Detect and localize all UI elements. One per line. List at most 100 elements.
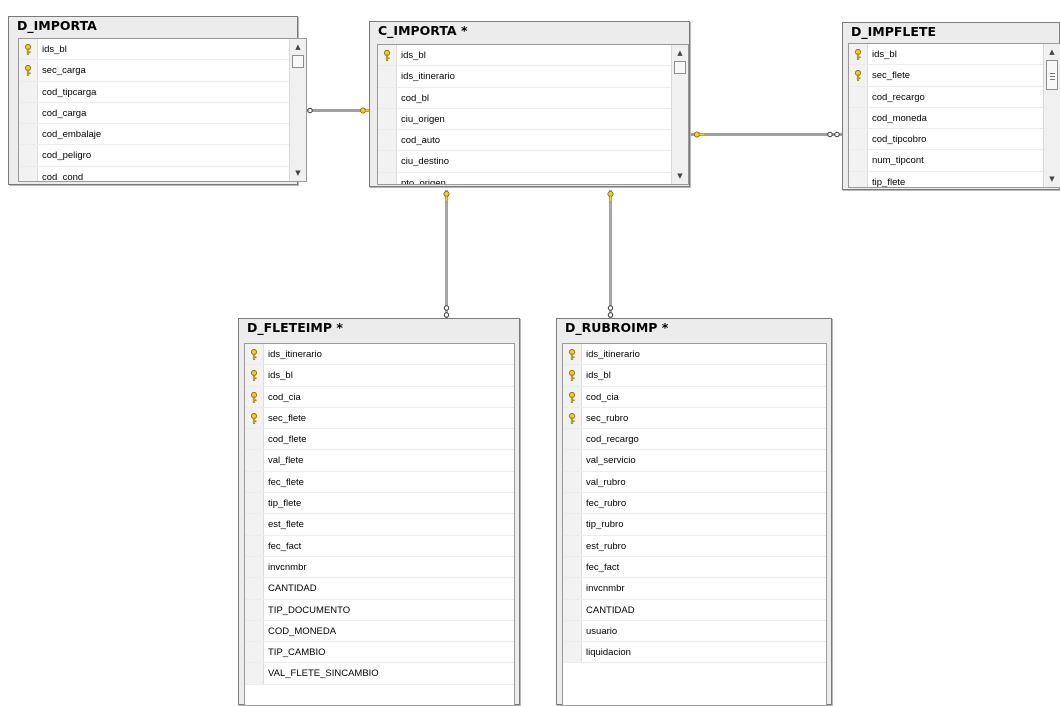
scroll-down-arrow-icon[interactable]: ▼	[1044, 172, 1060, 186]
row-selector	[245, 599, 264, 620]
column-row[interactable]: CANTIDAD	[245, 578, 514, 600]
column-row[interactable]: fec_rubro	[563, 493, 826, 515]
column-name: cod_bl	[401, 92, 429, 104]
column-row[interactable]: tip_flete	[849, 171, 1043, 187]
column-row[interactable]: sec_flete	[849, 65, 1043, 87]
scroll-up-arrow-icon[interactable]: ▲	[672, 46, 688, 60]
row-selector	[849, 107, 868, 129]
column-list[interactable]: ids_itinerario ids_bl cod_cia sec_flete cod_…	[244, 343, 515, 706]
column-row[interactable]: ids_bl	[563, 365, 826, 387]
primary-key-icon	[250, 412, 258, 424]
column-row[interactable]: usuario	[563, 620, 826, 643]
column-row[interactable]: sec_flete	[245, 407, 514, 430]
column-row[interactable]: ids_bl	[245, 365, 514, 387]
column-row[interactable]: cod_peligro	[19, 145, 289, 167]
column-row[interactable]: cod_bl	[378, 87, 671, 109]
row-selector	[378, 45, 397, 66]
column-row[interactable]: tip_flete	[245, 493, 514, 515]
column-name: cod_cond	[42, 171, 84, 182]
column-row[interactable]: cod_moneda	[849, 107, 1043, 130]
column-row[interactable]: ids_bl	[378, 45, 671, 67]
column-row[interactable]: cod_flete	[245, 429, 514, 451]
column-row[interactable]: pto_origen	[378, 172, 671, 184]
column-row[interactable]: cod_recargo	[849, 86, 1043, 108]
column-name: tip_rubro	[586, 519, 624, 531]
scroll-down-arrow-icon[interactable]: ▼	[290, 166, 306, 180]
vertical-scrollbar[interactable]: ▲ ▼	[671, 45, 688, 184]
table-d-rubroimp[interactable]: D_RUBROIMP * ids_itinerario ids_bl cod_cia…	[556, 318, 832, 706]
column-list[interactable]: ids_bl ids_itinerario cod_bl ciu_origen cod_…	[377, 44, 689, 185]
column-row[interactable]: cod_carga	[19, 102, 289, 125]
column-row[interactable]: val_rubro	[563, 471, 826, 494]
column-row[interactable]: fec_fact	[245, 535, 514, 557]
column-row[interactable]: cod_cond	[19, 166, 289, 182]
column-name: tip_flete	[268, 498, 302, 510]
scroll-thumb[interactable]	[292, 55, 304, 68]
column-row[interactable]: VAL_FLETE_SINCAMBIO	[245, 663, 514, 685]
column-row[interactable]: val_flete	[245, 450, 514, 472]
primary-key-icon	[854, 70, 862, 82]
column-row[interactable]: tip_rubro	[563, 514, 826, 536]
column-row[interactable]: TIP_CAMBIO	[245, 642, 514, 664]
column-row[interactable]: invcnmbr	[245, 556, 514, 579]
row-selector	[563, 429, 582, 450]
column-row[interactable]: TIP_DOCUMENTO	[245, 599, 514, 621]
column-row[interactable]: cod_auto	[378, 130, 671, 152]
table-d-impflete[interactable]: D_IMPFLETE ids_bl sec_flete cod_recargo cod…	[842, 22, 1060, 190]
table-c-importa[interactable]: C_IMPORTA * ids_bl ids_itinerario cod_bl ci…	[369, 21, 690, 187]
column-row[interactable]: ciu_origen	[378, 108, 671, 131]
column-row[interactable]: CANTIDAD	[563, 599, 826, 621]
column-name: ids_bl	[268, 370, 293, 382]
row-selector	[849, 86, 868, 107]
column-name: cod_peligro	[42, 150, 92, 162]
column-row[interactable]: ids_itinerario	[378, 66, 671, 88]
column-row[interactable]: invcnmbr	[563, 578, 826, 600]
primary-key-icon	[250, 349, 258, 360]
column-row[interactable]: liquidacion	[563, 642, 826, 664]
column-row[interactable]: est_rubro	[563, 535, 826, 557]
column-row[interactable]: sec_carga	[19, 60, 289, 82]
primary-key-icon	[250, 370, 258, 382]
row-selector	[19, 124, 38, 145]
row-selector	[849, 65, 868, 86]
column-row[interactable]: fec_flete	[245, 471, 514, 494]
table-d-fleteimp[interactable]: D_FLETEIMP * ids_itinerario ids_bl cod_cia…	[238, 318, 520, 706]
column-name: cod_cia	[586, 391, 619, 403]
column-row[interactable]: cod_cia	[563, 386, 826, 408]
column-row[interactable]: cod_tipcarga	[19, 81, 289, 103]
column-name: COD_MONEDA	[268, 625, 337, 637]
column-name: cod_tipcobro	[872, 134, 927, 146]
column-row[interactable]: ciu_destino	[378, 151, 671, 173]
column-row[interactable]: cod_tipcobro	[849, 129, 1043, 151]
column-row[interactable]: val_servicio	[563, 450, 826, 472]
column-row[interactable]: ids_itinerario	[563, 344, 826, 366]
row-selector	[563, 450, 582, 471]
column-row[interactable]: fec_fact	[563, 556, 826, 579]
column-list[interactable]: ids_bl sec_flete cod_recargo cod_moneda cod_…	[848, 43, 1060, 188]
row-selector	[245, 663, 264, 684]
column-row[interactable]: est_flete	[245, 514, 514, 536]
thumb-grip	[1050, 79, 1055, 80]
row-selector	[563, 535, 582, 556]
scroll-up-arrow-icon[interactable]: ▲	[1044, 45, 1060, 59]
column-list[interactable]: ids_itinerario ids_bl cod_cia sec_rubro cod_…	[562, 343, 827, 706]
table-d-importa[interactable]: D_IMPORTA ids_bl sec_carga cod_tipcarga cod…	[8, 16, 307, 185]
column-row[interactable]: sec_rubro	[563, 407, 826, 430]
column-row[interactable]: cod_cia	[245, 386, 514, 408]
scroll-thumb[interactable]	[674, 61, 686, 74]
vertical-scrollbar[interactable]: ▲ ▼	[1043, 44, 1060, 187]
column-list[interactable]: ids_bl sec_carga cod_tipcarga cod_carga cod_…	[18, 38, 307, 182]
primary-key-icon	[568, 370, 576, 382]
scroll-down-arrow-icon[interactable]: ▼	[672, 169, 688, 183]
column-row[interactable]: ids_itinerario	[245, 344, 514, 366]
column-row[interactable]: ids_bl	[849, 44, 1043, 66]
scroll-up-arrow-icon[interactable]: ▲	[290, 40, 306, 54]
column-row[interactable]: ids_bl	[19, 39, 289, 61]
vertical-scrollbar[interactable]: ▲ ▼	[289, 39, 306, 181]
row-selector	[563, 386, 582, 407]
column-row[interactable]: cod_recargo	[563, 429, 826, 451]
column-row[interactable]: num_tipcont	[849, 150, 1043, 172]
column-row[interactable]: COD_MONEDA	[245, 620, 514, 643]
scroll-thumb[interactable]	[1046, 60, 1058, 90]
column-row[interactable]: cod_embalaje	[19, 124, 289, 146]
